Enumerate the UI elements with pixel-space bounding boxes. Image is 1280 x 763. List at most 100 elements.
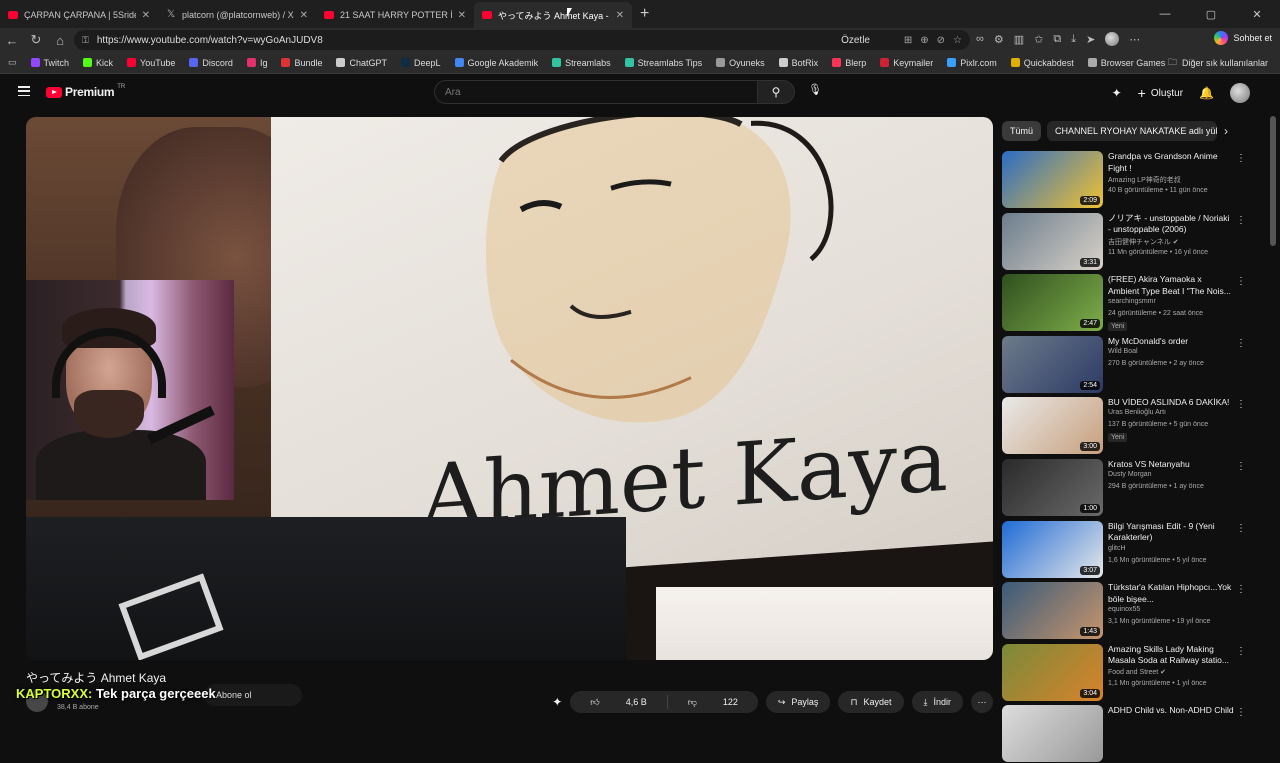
bookmark-item[interactable]: Quickabdest <box>1010 58 1074 68</box>
close-tab-icon[interactable]: ✕ <box>142 10 150 21</box>
video-thumbnail[interactable]: 2:47 <box>1002 274 1103 332</box>
more-options-icon[interactable]: ⋮ <box>1236 646 1246 657</box>
recommendation-item[interactable]: 3:07 Bilgi Yarışması Edit - 9 (Yeni Karak… <box>1002 520 1266 579</box>
recommendation-item[interactable]: 3:00 BU VİDEO ASLINDA 6 DAKİKA! Uras Benli… <box>1002 397 1266 455</box>
account-avatar[interactable] <box>1230 83 1250 103</box>
bookmark-item[interactable]: Blerp <box>832 58 866 68</box>
bookmark-item[interactable]: ChatGPT <box>336 58 387 68</box>
minimize-icon[interactable]: — <box>1142 0 1188 28</box>
bookmark-item[interactable]: DeepL <box>401 58 441 68</box>
chevron-right-icon[interactable]: › <box>1224 124 1228 138</box>
microphone-icon[interactable]: 🎙 <box>806 83 824 101</box>
recommendation-title[interactable]: Bilgi Yarışması Edit - 9 (Yeni Karakterl… <box>1108 521 1234 544</box>
bookmark-item[interactable]: Streamlabs <box>552 58 611 68</box>
favorite-star-icon[interactable]: ☆ <box>953 35 962 46</box>
send-icon[interactable]: ➤ <box>1086 33 1095 46</box>
browser-tab[interactable]: 21 SAAT HARRY POTTER İZLEDİK! ✕ <box>316 2 474 28</box>
extension-icon[interactable]: ∞ <box>976 33 984 45</box>
recommendation-item[interactable]: 2:09 Grandpa vs Grandson Anime Fight ! Ama… <box>1002 151 1266 209</box>
recommendation-item[interactable]: 2:47 (FREE) Akira Yamaoka x Ambient Type … <box>1002 274 1266 332</box>
bookmark-item[interactable]: BotRix <box>778 58 818 68</box>
bookmark-item[interactable]: Bundle <box>281 58 322 68</box>
recommendation-channel[interactable]: Dusty Morgan <box>1108 471 1152 478</box>
video-thumbnail[interactable]: 3:00 <box>1002 397 1103 455</box>
more-options-icon[interactable]: ⋮ <box>1236 707 1246 718</box>
close-tab-icon[interactable]: ✕ <box>616 10 624 21</box>
chip-channel[interactable]: CHANNEL RYOHAY NAKATAKE adlı yükleyi <box>1047 121 1218 141</box>
more-options-icon[interactable]: ⋮ <box>1236 215 1246 226</box>
more-options-icon[interactable]: ⋮ <box>1236 584 1246 595</box>
more-options-icon[interactable]: ⋮ <box>1236 276 1246 287</box>
share-button[interactable]: ↪ Paylaş <box>765 691 831 713</box>
recommendation-channel[interactable]: 吉田健伸チャンネル ✔ <box>1108 237 1179 247</box>
menu-icon[interactable] <box>18 86 30 96</box>
bookmark-folder-other[interactable]: 🗀 Diğer sık kullanılanlar <box>1168 55 1268 71</box>
recommendation-title[interactable]: Amazing Skills Lady Making Masala Soda a… <box>1108 644 1234 667</box>
site-info-icon[interactable]: ⚿ <box>82 35 89 46</box>
bookmark-item[interactable]: Oyuneks <box>716 58 765 68</box>
bookmark-item[interactable]: Ig <box>246 58 267 68</box>
chip-all[interactable]: Tümü <box>1002 121 1042 141</box>
bookmark-item[interactable]: Kick <box>83 58 113 68</box>
close-window-icon[interactable]: ✕ <box>1234 0 1280 28</box>
youtube-logo[interactable]: Premium TR <box>46 84 125 99</box>
video-thumbnail[interactable]: 3:04 <box>1002 643 1103 701</box>
tag-icon[interactable]: ✦ <box>552 695 562 709</box>
bookmark-item[interactable]: Browser Games <box>1087 58 1165 68</box>
recommendation-item[interactable]: 1:00 Kratos VS Netanyahu Dusty Morgan 294 B… <box>1002 459 1266 517</box>
split-screen-icon[interactable]: ▥ <box>1014 33 1024 46</box>
more-options-icon[interactable]: ⋮ <box>1236 338 1246 349</box>
recommendation-item[interactable]: 3:04 Amazing Skills Lady Making Masala So… <box>1002 643 1266 702</box>
video-player[interactable]: Ahmet Kaya <box>26 117 993 660</box>
notifications-bell-icon[interactable]: 🔔 <box>1199 86 1214 100</box>
browser-tab[interactable]: ÇARPAN ÇARPANA | 5Sriders | Mo ✕ <box>0 2 158 28</box>
recommendation-channel[interactable]: searchingsmmr <box>1108 298 1156 305</box>
dislike-button[interactable]: 👎︎ 122 <box>668 697 758 708</box>
create-button[interactable]: + Oluştur <box>1138 85 1183 101</box>
close-tab-icon[interactable]: ✕ <box>458 10 466 21</box>
browser-tab[interactable]: 𝕏platcorn (@platcornweb) / X ✕ <box>158 2 316 28</box>
more-options-icon[interactable]: ⋮ <box>1236 399 1246 410</box>
recommendation-channel[interactable]: Uras Benlioğlu Artı <box>1108 409 1166 416</box>
new-tab-icon[interactable]: + <box>640 5 649 23</box>
more-actions-icon[interactable]: ⋯ <box>971 691 993 713</box>
bookmark-item[interactable]: Streamlabs Tips <box>624 58 702 68</box>
summarize-button[interactable]: Özetle <box>841 35 870 46</box>
save-button[interactable]: ⊓ Kaydet <box>838 691 904 713</box>
recommendation-title[interactable]: (FREE) Akira Yamaoka x Ambient Type Beat… <box>1108 274 1234 297</box>
recommendation-title[interactable]: Grandpa vs Grandson Anime Fight ! <box>1108 151 1234 174</box>
bookmark-item[interactable]: Keymailer <box>880 58 933 68</box>
close-tab-icon[interactable]: ✕ <box>300 10 308 21</box>
more-options-icon[interactable]: ⋮ <box>1236 523 1246 534</box>
bookmark-item[interactable]: Discord <box>189 58 233 68</box>
tag-icon[interactable]: ✦ <box>1112 86 1122 100</box>
collections-icon[interactable]: ⧉ <box>1053 33 1061 46</box>
bookmark-item[interactable]: YouTube <box>127 58 175 68</box>
search-input[interactable] <box>435 81 757 103</box>
recommendation-channel[interactable]: Wild Boal <box>1108 348 1138 355</box>
video-thumbnail[interactable]: 1:43 <box>1002 582 1103 640</box>
video-thumbnail[interactable]: 2:54 <box>1002 335 1103 393</box>
video-thumbnail[interactable]: 3:07 <box>1002 520 1103 578</box>
recommendation-channel[interactable]: Food and Street ✔ <box>1108 668 1166 676</box>
recommendation-title[interactable]: ADHD Child vs. Non-ADHD Child <box>1108 705 1234 717</box>
video-thumbnail[interactable]: 2:09 <box>1002 151 1103 208</box>
address-bar[interactable]: ⚿ https://www.youtube.com/watch?v=wyGoAn… <box>74 30 970 50</box>
recommendation-channel[interactable]: Amazing LP神奇的老叔 <box>1108 175 1181 185</box>
page-scrollbar[interactable] <box>1270 116 1276 246</box>
recommendation-title[interactable]: Kratos VS Netanyahu <box>1108 459 1234 471</box>
recommendation-item[interactable]: 1:43 Türkstar'a Katılan Hiphopcı...Yok bö… <box>1002 582 1266 640</box>
copilot-button[interactable]: Sohbet et <box>1214 31 1272 45</box>
browser-tab-active[interactable]: やってみよう Ahmet Kaya - YouTube ✕ <box>474 2 632 28</box>
back-icon[interactable]: ← <box>0 33 24 48</box>
gear-icon[interactable]: ⚙ <box>994 33 1004 46</box>
zoom-icon[interactable]: ⊕ <box>920 35 928 46</box>
bookmark-item[interactable]: Google Akademik <box>454 58 538 68</box>
video-thumbnail[interactable] <box>1002 705 1103 763</box>
recommendation-item[interactable]: ADHD Child vs. Non-ADHD Child ⋮ <box>1002 705 1266 763</box>
more-menu-icon[interactable]: ⋯ <box>1129 33 1140 46</box>
bookmark-apps-icon[interactable]: ▭ <box>8 57 17 68</box>
recommendation-title[interactable]: Türkstar'a Katılan Hiphopcı...Yok böle b… <box>1108 582 1234 605</box>
maximize-icon[interactable]: ▢ <box>1188 0 1234 28</box>
recommendation-channel[interactable]: glitcH <box>1108 545 1126 552</box>
